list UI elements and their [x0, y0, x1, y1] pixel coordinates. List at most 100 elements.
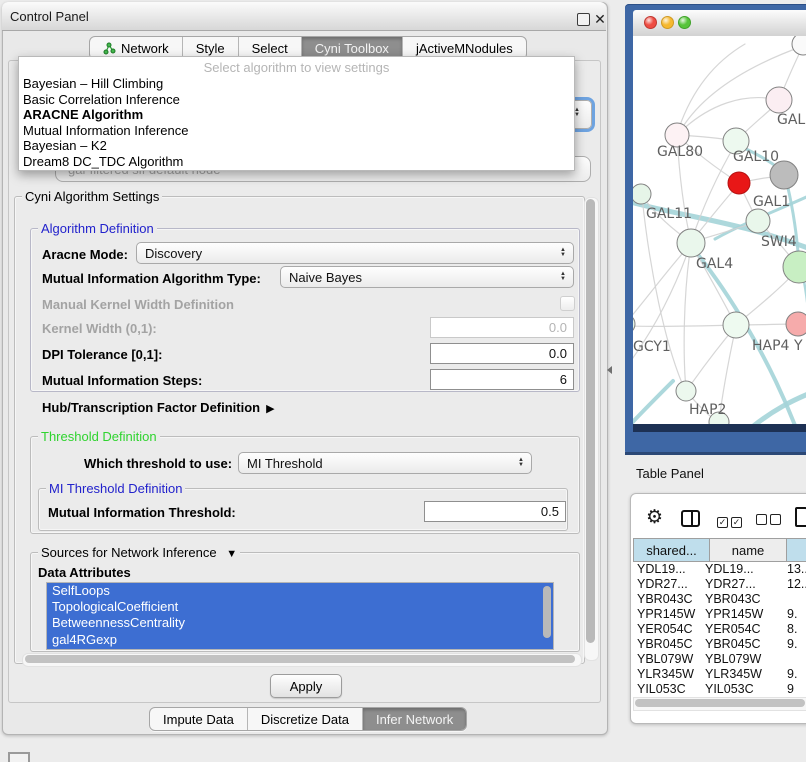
restore-panel-icon[interactable]	[8, 752, 30, 762]
algorithm-dropdown-prompt: Select algorithm to view settings	[19, 57, 574, 76]
table-column-header[interactable]: shared...	[633, 538, 710, 562]
table-body: YDL19...YDL19...13...YDR27...YDR27...12.…	[633, 562, 806, 697]
network-canvas-shadow	[633, 424, 806, 432]
network-node[interactable]	[633, 314, 635, 334]
aracne-mode-value: Discovery	[145, 246, 556, 261]
network-node[interactable]	[770, 161, 798, 189]
table-row[interactable]: YBR043CYBR043C	[633, 592, 806, 607]
network-node[interactable]	[786, 312, 806, 336]
network-node-label: GAL11	[646, 206, 692, 222]
manual-kernel-label: Manual Kernel Width Definition	[42, 297, 234, 312]
network-node[interactable]	[766, 87, 792, 113]
table-cell: YBL079W	[705, 652, 787, 667]
network-node-label: GAL4	[696, 256, 733, 272]
network-node[interactable]	[746, 209, 770, 233]
table-row[interactable]: YDR27...YDR27...12...	[633, 577, 806, 592]
stepper-icon: ▲▼	[556, 248, 570, 258]
bottom-tab-bar: Impute DataDiscretize Data Infer Network	[149, 707, 467, 731]
settings-scrollbar-thumb[interactable]	[586, 199, 595, 643]
deselect-all-icon[interactable]	[756, 513, 781, 528]
table-cell: 9.	[787, 637, 806, 652]
table-hscrollbar-thumb[interactable]	[635, 699, 805, 707]
apply-button[interactable]: Apply	[270, 674, 342, 698]
bottom-tab-infer-network[interactable]: Infer Network	[362, 708, 466, 730]
tab-label: Network	[121, 41, 169, 56]
bottom-tab-label: Infer Network	[376, 712, 453, 727]
disclosure-right-icon[interactable]: ▶	[266, 402, 274, 415]
table-row[interactable]: YBR045CYBR045C9.	[633, 637, 806, 652]
network-node[interactable]	[676, 381, 696, 401]
network-edge	[751, 392, 806, 424]
table-row[interactable]: YBL079WYBL079W	[633, 652, 806, 667]
network-node[interactable]	[677, 229, 705, 257]
minimize-window-icon[interactable]	[661, 16, 674, 29]
algorithm-option[interactable]: Mutual Information Inference	[19, 123, 574, 139]
control-panel-titlebar[interactable]	[2, 2, 606, 31]
algorithm-option[interactable]: Bayesian – Hill Climbing	[19, 76, 574, 92]
attribute-list-item[interactable]: TopologicalCoefficient	[47, 599, 553, 615]
aracne-mode-combo[interactable]: Discovery ▲▼	[136, 242, 574, 264]
algorithm-option[interactable]: ARACNE Algorithm	[19, 107, 574, 123]
table-cell: YLR345W	[633, 667, 705, 682]
table-row[interactable]: YPR145WYPR145W9.	[633, 607, 806, 622]
table-row[interactable]: YLR345WYLR345W9.	[633, 667, 806, 682]
table-cell: 13...	[787, 562, 806, 577]
attribute-list-item[interactable]: SelfLoops	[47, 583, 553, 599]
network-node[interactable]	[728, 172, 750, 194]
float-panel-icon[interactable]	[577, 13, 590, 26]
split-columns-icon[interactable]	[681, 510, 700, 527]
close-panel-icon[interactable]: ✕	[594, 13, 606, 25]
dpi-tolerance-field[interactable]: 0.0	[430, 343, 574, 364]
bottom-tab-discretize-data[interactable]: Discretize Data	[247, 708, 362, 730]
attributes-scrollbar-thumb[interactable]	[543, 586, 551, 638]
select-all-icon[interactable]: ✓✓	[717, 513, 742, 528]
splitter-collapse-icon[interactable]	[607, 366, 612, 374]
table-column-header[interactable]	[787, 538, 806, 562]
aracne-mode-label: Aracne Mode:	[42, 247, 128, 262]
stepper-icon: ▲▼	[556, 272, 570, 282]
algorithm-dropdown-list: Select algorithm to view settings Bayesi…	[18, 56, 575, 171]
mi-threshold-field[interactable]: 0.5	[424, 501, 566, 522]
network-node-label: GAL	[777, 112, 805, 128]
table-row[interactable]: YIL053CYIL053C9	[633, 682, 806, 697]
function-builder-icon[interactable]	[795, 507, 806, 527]
gear-icon[interactable]: ⚙	[646, 508, 663, 527]
table-cell: 12...	[787, 577, 806, 592]
network-window-titlebar[interactable]	[633, 10, 806, 37]
table-column-header[interactable]: name	[710, 538, 787, 562]
table-row[interactable]: YER054CYER054C8.	[633, 622, 806, 637]
network-node[interactable]	[792, 36, 806, 55]
algorithm-option[interactable]: Dream8 DC_TDC Algorithm	[19, 154, 574, 170]
data-attributes-list[interactable]: SelfLoopsTopologicalCoefficientBetweenne…	[46, 582, 554, 650]
threshold-definition-legend: Threshold Definition	[38, 429, 160, 444]
mi-type-combo[interactable]: Naive Bayes ▲▼	[280, 266, 574, 288]
zoom-window-icon[interactable]	[678, 16, 691, 29]
close-window-icon[interactable]	[644, 16, 657, 29]
disclosure-down-icon[interactable]: ▼	[226, 548, 237, 560]
algorithm-option[interactable]: Bayesian – K2	[19, 138, 574, 154]
tab-label: Style	[196, 41, 225, 56]
algorithm-option[interactable]: Basic Correlation Inference	[19, 92, 574, 108]
network-edge	[633, 381, 673, 424]
network-node[interactable]	[783, 251, 806, 283]
settings-hscrollbar-thumb[interactable]	[25, 655, 575, 663]
table-cell: YDL19...	[705, 562, 787, 577]
network-canvas[interactable]: GALGAL80GAL10GAL1SWI4GAL11GAL4GCY1HAP4YH…	[633, 36, 806, 424]
network-icon	[103, 42, 116, 55]
tab-label: jActiveMNodules	[416, 41, 513, 56]
network-node[interactable]	[723, 312, 749, 338]
table-cell: YBR043C	[633, 592, 705, 607]
attribute-list-item[interactable]: BetweennessCentrality	[47, 615, 553, 631]
which-threshold-combo[interactable]: MI Threshold ▲▼	[238, 452, 532, 474]
cyni-mode-tabs: Impute DataDiscretize Data Infer Network	[149, 707, 467, 731]
bottom-tab-impute-data[interactable]: Impute Data	[150, 708, 247, 730]
network-node[interactable]	[633, 184, 651, 204]
algorithm-definition-legend: Algorithm Definition	[38, 221, 157, 236]
mi-steps-field[interactable]: 6	[430, 369, 574, 390]
sources-legend[interactable]: Sources for Network Inference ▼	[38, 545, 240, 560]
manual-kernel-checkbox	[560, 296, 575, 311]
data-attributes-label: Data Attributes	[38, 565, 131, 580]
hub-definition-disclosure[interactable]: Hub/Transcription Factor Definition▶	[42, 400, 275, 415]
table-row[interactable]: YDL19...YDL19...13...	[633, 562, 806, 577]
attribute-list-item[interactable]: gal4RGexp	[47, 632, 553, 648]
